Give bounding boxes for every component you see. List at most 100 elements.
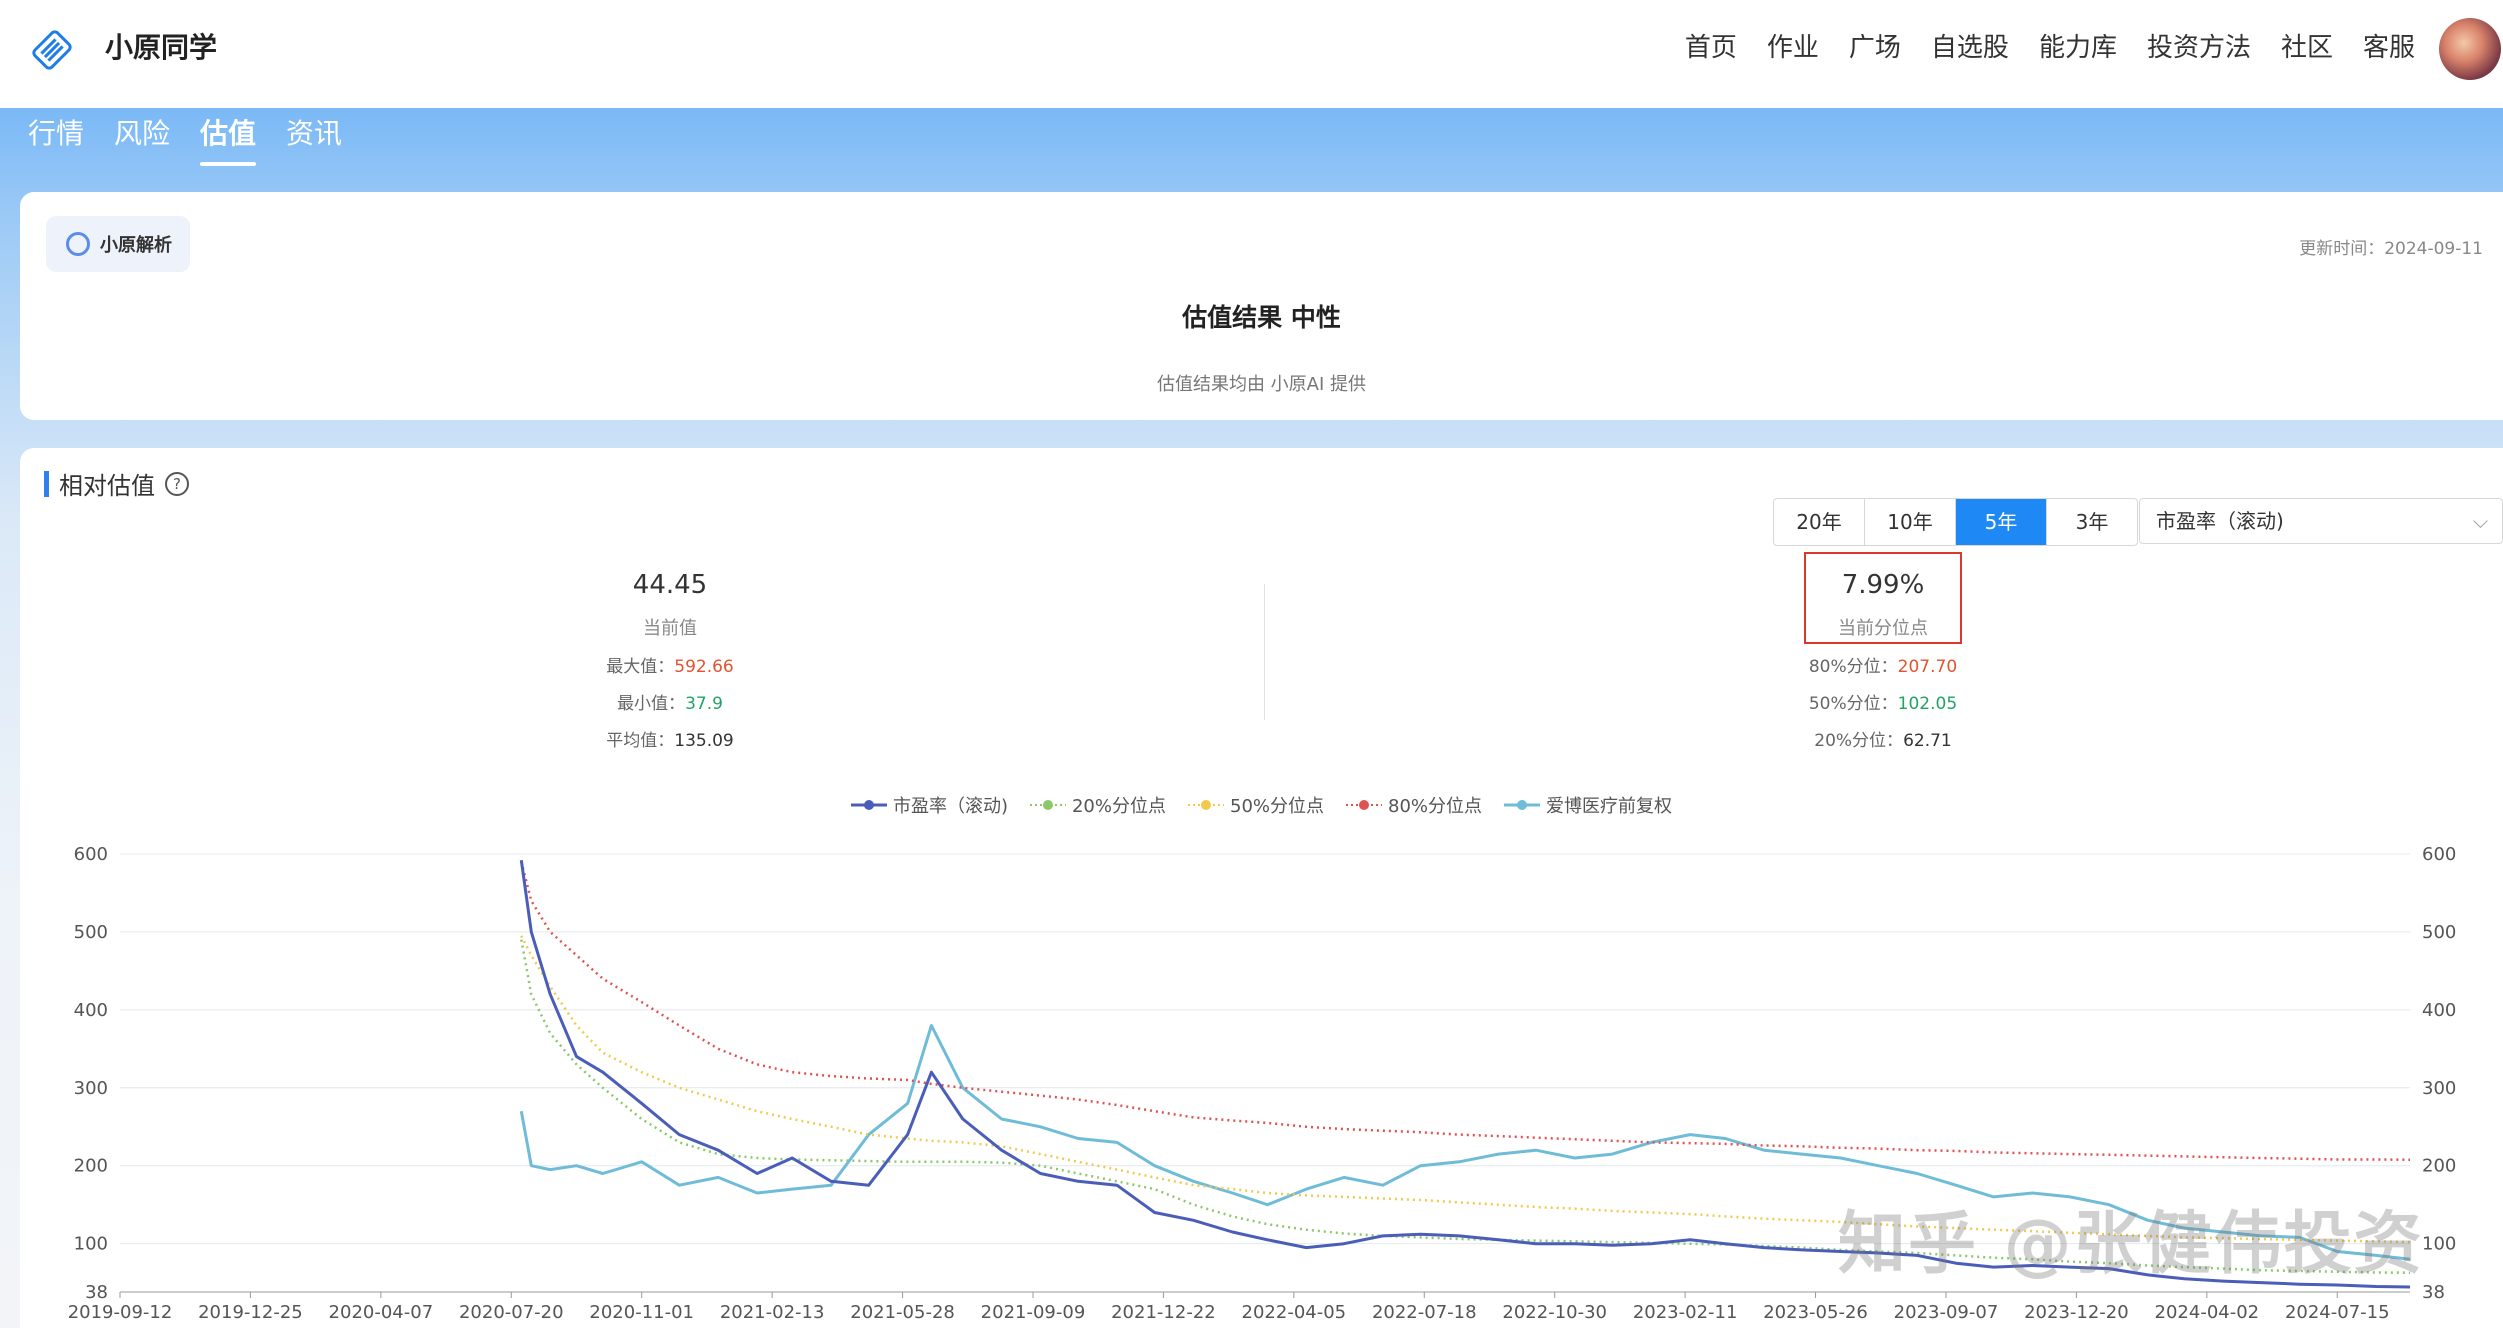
avg-value: 135.09 [674, 731, 734, 751]
min-row: 最小值：37.9 [540, 689, 800, 714]
x-tick-label: 2020-07-20 [459, 1302, 564, 1323]
x-tick-label: 2022-10-30 [1502, 1302, 1607, 1323]
legend-item-p20[interactable]: 20%分位点 [1029, 792, 1166, 818]
legend-dot-line-icon [1346, 800, 1383, 810]
nav-item-methods[interactable]: 投资方法 [2147, 28, 2251, 68]
logo-icon[interactable] [30, 28, 74, 72]
nav-item-skills[interactable]: 能力库 [2039, 28, 2117, 68]
tab-news[interactable]: 资讯 [286, 112, 342, 156]
legend-label-price: 爱博医疗前复权 [1546, 796, 1673, 817]
x-tick-label: 2021-02-13 [720, 1302, 825, 1323]
y-tick-label-right: 400 [2422, 1000, 2456, 1021]
y-tick-label-left: 38 [85, 1282, 108, 1303]
x-tick-label: 2023-02-11 [1633, 1302, 1738, 1323]
p20-row: 20%分位：62.71 [1753, 726, 2013, 751]
max-value: 592.66 [674, 657, 734, 677]
tab-market[interactable]: 行情 [28, 112, 84, 156]
avg-label: 平均值： [606, 731, 675, 751]
x-tick-label: 2021-05-28 [850, 1302, 955, 1323]
legend-label-p20: 20%分位点 [1071, 796, 1166, 817]
p20-value: 62.71 [1903, 731, 1952, 751]
legend-dot-line-icon [1188, 800, 1224, 810]
valuation-summary-card: 小原解析 更新时间：2024-09-11 估值结果 中性 估值结果均由 小原AI… [20, 192, 2503, 420]
x-tick-label: 2023-12-20 [2024, 1302, 2129, 1323]
y-tick-label-left: 400 [74, 1000, 108, 1021]
x-tick-label: 2023-09-07 [1894, 1302, 1999, 1323]
legend-label-pe: 市盈率（滚动) [892, 796, 1008, 817]
legend-item-p80[interactable]: 80%分位点 [1346, 792, 1482, 818]
relative-valuation-card: 相对估值 ? 20年 10年 5年 3年 市盈率（滚动) ⌵ 44.45 当前值… [20, 448, 2503, 1328]
x-tick-label: 2020-04-07 [329, 1302, 434, 1323]
y-tick-label-left: 300 [74, 1078, 108, 1099]
top-bar: 小原同学 首页 作业 广场 自选股 能力库 投资方法 社区 客服 [0, 0, 2503, 108]
update-time: 更新时间：2024-09-11 [2299, 239, 2483, 259]
section-title-text: 相对估值 [59, 472, 155, 500]
legend-line-icon [1504, 800, 1541, 810]
series-line-p80 [520, 861, 2411, 1161]
percentile-stats: 7.99% 当前分位点 80%分位：207.70 50%分位：102.05 20… [1753, 570, 2013, 751]
p20-label: 20%分位： [1814, 731, 1904, 751]
period-3y[interactable]: 3年 [2047, 499, 2137, 545]
x-tick-label: 2024-07-15 [2285, 1302, 2390, 1323]
stats-divider [1264, 584, 1265, 720]
section-title: 相对估值 ? [44, 466, 189, 501]
p50-row: 50%分位：102.05 [1753, 689, 2013, 714]
min-label: 最小值： [617, 694, 686, 714]
x-tick-label: 2020-11-01 [589, 1302, 694, 1323]
x-tick-label: 2019-12-25 [198, 1302, 303, 1323]
legend-item-price[interactable]: 爱博医疗前复权 [1504, 792, 1672, 818]
metric-select[interactable]: 市盈率（滚动) ⌵ [2139, 498, 2503, 544]
nav-item-square[interactable]: 广场 [1849, 28, 1901, 68]
legend-dot-line-icon [1029, 800, 1066, 810]
current-value: 44.45 [632, 570, 708, 600]
max-row: 最大值：592.66 [540, 652, 800, 677]
p80-label: 80%分位： [1808, 657, 1898, 677]
legend-item-p50[interactable]: 50%分位点 [1188, 792, 1324, 818]
y-tick-label-right: 500 [2422, 922, 2456, 943]
period-10y[interactable]: 10年 [1865, 499, 1956, 545]
p80-value: 207.70 [1897, 657, 1958, 677]
tab-valuation[interactable]: 估值 [200, 112, 257, 166]
help-icon[interactable]: ? [165, 471, 189, 496]
legend-label-p80: 80%分位点 [1388, 796, 1483, 817]
loading-ring-icon [66, 232, 90, 256]
legend-line-icon [850, 800, 887, 810]
main-nav: 首页 作业 广场 自选股 能力库 投资方法 社区 客服 [1685, 28, 2415, 68]
tab-risk[interactable]: 风险 [114, 112, 170, 156]
nav-item-community[interactable]: 社区 [2281, 28, 2333, 68]
y-tick-label-right: 300 [2422, 1078, 2456, 1099]
min-value: 37.9 [685, 694, 723, 714]
period-5y[interactable]: 5年 [1956, 499, 2047, 545]
y-tick-label-left: 200 [74, 1156, 108, 1177]
y-tick-label-right: 38 [2422, 1282, 2445, 1303]
nav-item-watchlist[interactable]: 自选股 [1931, 28, 2009, 68]
p50-label: 50%分位： [1808, 694, 1898, 714]
period-20y[interactable]: 20年 [1774, 499, 1865, 545]
result-source: 估值结果均由 小原AI 提供 [1156, 374, 1367, 395]
max-label: 最大值： [606, 657, 675, 677]
legend-item-pe[interactable]: 市盈率（滚动) [850, 792, 1008, 818]
x-tick-label: 2023-05-26 [1763, 1302, 1868, 1323]
y-tick-label-left: 500 [74, 922, 108, 943]
current-value-stats: 44.45 当前值 最大值：592.66 最小值：37.9 平均值：135.09 [540, 570, 800, 751]
nav-item-support[interactable]: 客服 [2363, 28, 2415, 68]
title-accent-bar [44, 470, 49, 497]
x-tick-label: 2019-09-12 [68, 1302, 173, 1323]
x-tick-label: 2022-04-05 [1242, 1302, 1347, 1323]
valuation-result: 估值结果 中性 [1182, 303, 1341, 332]
y-tick-label-right: 200 [2422, 1156, 2456, 1177]
y-tick-label-right: 600 [2422, 844, 2456, 865]
metric-select-value: 市盈率（滚动) [2156, 509, 2284, 533]
chart-legend: 市盈率（滚动) 20%分位点 50%分位点 80%分位点 爱博医疗前复权 [20, 792, 2503, 818]
y-tick-label-left: 100 [74, 1234, 108, 1255]
chevron-down-icon: ⌵ [2472, 509, 2488, 533]
current-value-caption: 当前值 [643, 618, 697, 639]
nav-item-homework[interactable]: 作业 [1767, 28, 1819, 68]
analysis-chip[interactable]: 小原解析 [46, 216, 190, 272]
y-tick-label-left: 600 [74, 844, 108, 865]
brand-name[interactable]: 小原同学 [105, 28, 217, 68]
nav-item-home[interactable]: 首页 [1685, 28, 1737, 68]
watermark: 知乎 @张健伟投资 [1838, 1205, 2424, 1284]
avatar[interactable] [2439, 18, 2501, 80]
p80-row: 80%分位：207.70 [1753, 652, 2013, 677]
